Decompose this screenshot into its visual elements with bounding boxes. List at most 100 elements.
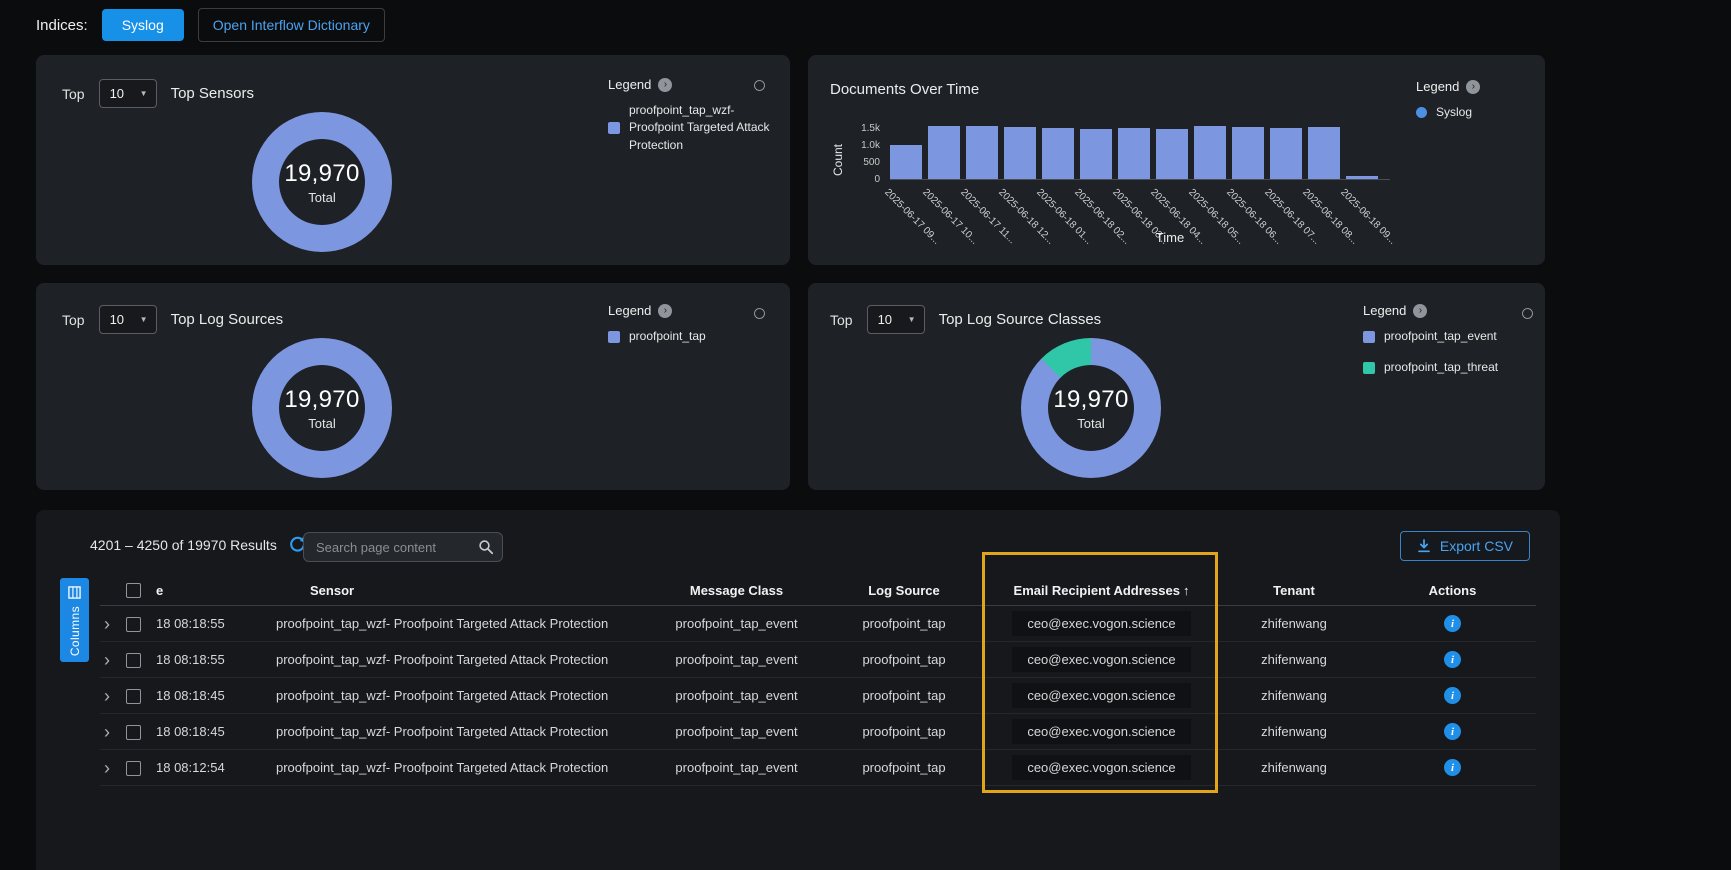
column-header-log-source[interactable]: Log Source — [824, 583, 984, 598]
bar[interactable] — [1080, 122, 1112, 179]
bar-rect — [1080, 129, 1112, 179]
legend-swatch-icon — [1363, 331, 1375, 343]
x-axis-label: Time — [890, 230, 1450, 245]
legend-item[interactable]: proofpoint_tap — [608, 328, 786, 345]
results-table-panel: 4201 – 4250 of 19970 Results Export CSV — [36, 510, 1560, 870]
info-icon[interactable]: i — [1444, 687, 1461, 704]
open-interflow-dictionary-button[interactable]: Open Interflow Dictionary — [198, 8, 385, 42]
syslog-index-button[interactable]: Syslog — [102, 9, 184, 41]
panel-title: Top Log Source Classes — [939, 311, 1102, 328]
column-header-time[interactable]: e — [156, 583, 274, 598]
bar[interactable] — [1194, 122, 1226, 179]
export-csv-button[interactable]: Export CSV — [1400, 531, 1530, 561]
column-header-tenant[interactable]: Tenant — [1219, 583, 1369, 598]
bar-rect — [928, 126, 960, 179]
search-icon[interactable] — [478, 539, 494, 555]
donut-center: 19,970 Total — [1048, 365, 1134, 451]
table-header-row: e Sensor Message Class Log Source Email … — [100, 576, 1536, 606]
bar[interactable] — [1232, 122, 1264, 179]
legend-toggle-icon[interactable]: › — [658, 304, 672, 318]
cell-message-class: proofpoint_tap_event — [649, 688, 824, 703]
legend-item[interactable]: proofpoint_tap_event — [1363, 328, 1541, 345]
cell-timestamp: 18 08:18:55 — [156, 652, 274, 667]
top-n-select[interactable]: 10 ▼ — [867, 305, 925, 334]
legend-item[interactable]: Syslog — [1416, 104, 1536, 121]
cell-email-recipient[interactable]: ceo@exec.vogon.science — [1012, 755, 1190, 780]
export-csv-label: Export CSV — [1440, 538, 1513, 554]
cell-sensor: proofpoint_tap_wzf- Proofpoint Targeted … — [274, 688, 649, 703]
table-row: › 18 08:18:55 proofpoint_tap_wzf- Proofp… — [100, 642, 1536, 678]
bar[interactable] — [1118, 122, 1150, 179]
expand-row-icon[interactable]: › — [100, 651, 126, 669]
sort-ascending-icon: ↑ — [1183, 583, 1190, 598]
cell-tenant: zhifenwang — [1219, 652, 1369, 667]
cell-email-recipient[interactable]: ceo@exec.vogon.science — [1012, 719, 1190, 744]
row-checkbox[interactable] — [126, 653, 141, 668]
bar[interactable] — [1004, 122, 1036, 179]
expand-row-icon[interactable]: › — [100, 759, 126, 777]
legend-label: proofpoint_tap_threat — [1384, 359, 1498, 376]
legend-toggle-icon[interactable]: › — [1466, 80, 1480, 94]
results-count-text: 4201 – 4250 of 19970 Results — [90, 537, 277, 553]
top-n-select[interactable]: 10 ▼ — [99, 79, 157, 108]
row-checkbox[interactable] — [126, 617, 141, 632]
table-body: › 18 08:18:55 proofpoint_tap_wzf- Proofp… — [100, 606, 1536, 786]
caret-down-icon: ▼ — [908, 315, 916, 324]
donut-chart-top-log-source-classes[interactable]: 19,970 Total — [1021, 338, 1161, 478]
bar[interactable] — [966, 122, 998, 179]
donut-chart-top-sensors[interactable]: 19,970 Total — [252, 112, 392, 252]
row-checkbox[interactable] — [126, 761, 141, 776]
cell-email-recipient[interactable]: ceo@exec.vogon.science — [1012, 611, 1190, 636]
legend-swatch-icon — [608, 122, 620, 134]
top-n-value: 10 — [110, 312, 124, 327]
column-header-actions[interactable]: Actions — [1369, 583, 1536, 598]
legend: Legend › proofpoint_tap_eventproofpoint_… — [1363, 303, 1541, 391]
bar[interactable] — [1270, 122, 1302, 179]
indices-label: Indices: — [36, 17, 88, 34]
cell-email-recipient[interactable]: ceo@exec.vogon.science — [1012, 683, 1190, 708]
top-n-select[interactable]: 10 ▼ — [99, 305, 157, 334]
info-icon[interactable]: i — [1444, 615, 1461, 632]
expand-row-icon[interactable]: › — [100, 687, 126, 705]
y-axis-tick-label: 1.0k — [861, 140, 880, 151]
bar[interactable] — [1156, 122, 1188, 179]
bar[interactable] — [928, 122, 960, 179]
row-checkbox[interactable] — [126, 689, 141, 704]
cell-message-class: proofpoint_tap_event — [649, 724, 824, 739]
bar-rect — [1270, 128, 1302, 179]
bar[interactable] — [1042, 122, 1074, 179]
expand-row-icon[interactable]: › — [100, 723, 126, 741]
column-header-message-class[interactable]: Message Class — [649, 583, 824, 598]
y-axis-label: Count — [831, 144, 845, 176]
columns-button[interactable]: Columns — [60, 578, 89, 662]
panel-options-icon[interactable] — [1522, 308, 1533, 319]
cell-sensor: proofpoint_tap_wzf- Proofpoint Targeted … — [274, 652, 649, 667]
panel-options-icon[interactable] — [754, 308, 765, 319]
legend-title: Legend — [608, 77, 651, 92]
bar[interactable] — [1308, 122, 1340, 179]
bar-rect — [1308, 127, 1340, 179]
legend-toggle-icon[interactable]: › — [1413, 304, 1427, 318]
row-checkbox[interactable] — [126, 725, 141, 740]
legend-title: Legend — [1416, 79, 1459, 94]
info-icon[interactable]: i — [1444, 651, 1461, 668]
column-header-email-recipient-addresses[interactable]: Email Recipient Addresses↑ — [984, 583, 1219, 598]
column-header-sensor[interactable]: Sensor — [274, 583, 649, 598]
search-input[interactable] — [316, 540, 478, 555]
bar[interactable] — [890, 122, 922, 179]
info-icon[interactable]: i — [1444, 723, 1461, 740]
select-all-checkbox[interactable] — [126, 583, 141, 598]
donut-chart-top-log-sources[interactable]: 19,970 Total — [252, 338, 392, 478]
panel-options-icon[interactable] — [754, 80, 765, 91]
cell-email-recipient[interactable]: ceo@exec.vogon.science — [1012, 647, 1190, 672]
y-axis-tick-label: 1.5k — [861, 123, 880, 134]
bars — [890, 122, 1390, 180]
column-header-email-label: Email Recipient Addresses — [1014, 583, 1180, 598]
legend-toggle-icon[interactable]: › — [658, 78, 672, 92]
bar[interactable] — [1346, 122, 1378, 179]
expand-row-icon[interactable]: › — [100, 615, 126, 633]
cell-tenant: zhifenwang — [1219, 688, 1369, 703]
info-icon[interactable]: i — [1444, 759, 1461, 776]
legend-item[interactable]: proofpoint_tap_wzf- Proofpoint Targeted … — [608, 102, 786, 154]
legend-item[interactable]: proofpoint_tap_threat — [1363, 359, 1541, 376]
